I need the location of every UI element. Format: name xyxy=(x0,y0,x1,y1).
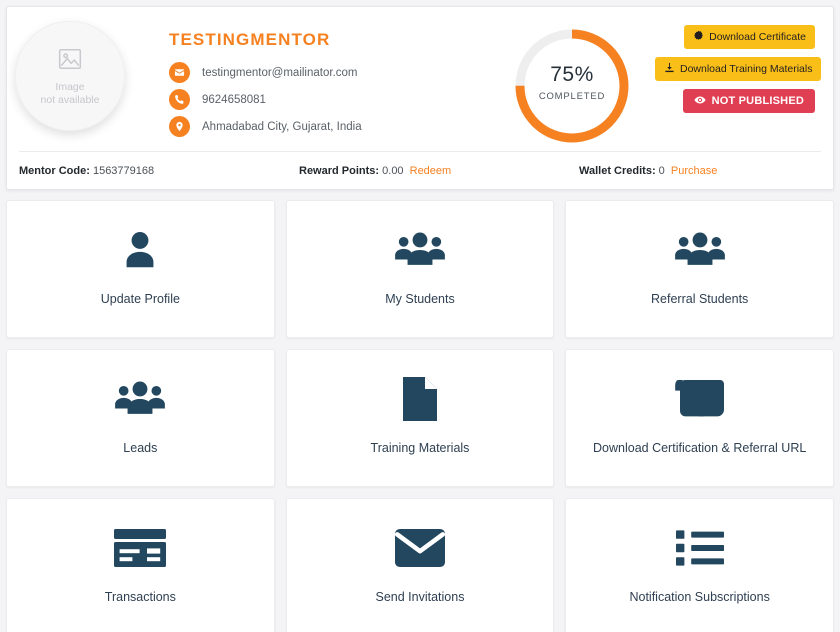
card-my-students[interactable]: My Students xyxy=(285,200,555,338)
list-ul-icon xyxy=(675,520,724,576)
contact-phone-text: 9624658081 xyxy=(202,93,266,106)
card-label: Update Profile xyxy=(100,292,180,306)
download-training-materials-label: Download Training Materials xyxy=(680,63,813,75)
contact-phone[interactable]: 9624658081 xyxy=(169,89,266,110)
envelope-icon xyxy=(169,62,190,83)
card-notification-subscriptions[interactable]: Notification Subscriptions xyxy=(565,498,834,632)
location-pin-icon xyxy=(169,116,190,137)
card-label: Notification Subscriptions xyxy=(629,590,770,604)
file-document-icon xyxy=(400,371,440,427)
stat-wallet-credits-key: Wallet Credits: xyxy=(579,165,656,177)
card-referral-students[interactable]: Referral Students xyxy=(565,200,834,338)
card-label: Transactions xyxy=(104,590,176,604)
certificate-badge-icon xyxy=(693,30,709,44)
download-training-materials-button[interactable]: Download Training Materials xyxy=(655,57,822,81)
profile-top: Image not available TESTINGMENTOR testin… xyxy=(7,7,833,151)
card-update-profile[interactable]: Update Profile xyxy=(6,200,275,338)
stat-reward-points: Reward Points: 0.00 Redeem xyxy=(299,165,579,177)
users-group-icon xyxy=(114,371,166,427)
card-transactions[interactable]: Transactions xyxy=(6,498,275,632)
stat-reward-points-key: Reward Points: xyxy=(299,165,380,177)
completion-donut: 75% COMPLETED xyxy=(511,25,633,147)
image-placeholder-icon xyxy=(57,46,83,81)
contact-location-text: Ahmadabad City, Gujarat, India xyxy=(202,120,362,133)
profile-panel: Image not available TESTINGMENTOR testin… xyxy=(6,6,834,190)
publish-status-label: NOT PUBLISHED xyxy=(711,95,804,107)
user-icon xyxy=(117,222,163,278)
avatar-placeholder-line2: not available xyxy=(40,93,100,106)
card-leads[interactable]: Leads xyxy=(6,349,275,487)
stat-mentor-code-key: Mentor Code: xyxy=(19,165,90,177)
download-certificate-button[interactable]: Download Certificate xyxy=(684,25,815,49)
card-download-certification-referral-url[interactable]: Download Certification & Referral URL xyxy=(565,349,834,487)
stats-bar: Mentor Code: 1563779168 Reward Points: 0… xyxy=(19,151,821,190)
redeem-link[interactable]: Redeem xyxy=(410,165,452,177)
download-icon xyxy=(664,62,680,76)
users-group-icon xyxy=(674,222,726,278)
stat-wallet-credits-value: 0 xyxy=(658,165,665,177)
contact-email-text: testingmentor@mailinator.com xyxy=(202,66,358,79)
publish-status-badge[interactable]: NOT PUBLISHED xyxy=(682,89,815,113)
download-certificate-label: Download Certificate xyxy=(709,31,806,43)
avatar-placeholder-line1: Image xyxy=(55,81,85,93)
stat-wallet-credits: Wallet Credits: 0 Purchase xyxy=(579,165,821,177)
scroll-icon xyxy=(674,371,726,427)
card-label: My Students xyxy=(385,292,455,306)
credit-card-icon xyxy=(113,520,167,576)
stat-mentor-code-value: 1563779168 xyxy=(92,165,155,177)
dashboard-card-grid: Update Profile My Students Referral Stud… xyxy=(6,200,834,632)
avatar: Image not available xyxy=(15,21,125,131)
contact-location[interactable]: Ahmadabad City, Gujarat, India xyxy=(169,116,362,137)
card-label: Training Materials xyxy=(370,441,470,455)
contact-email[interactable]: testingmentor@mailinator.com xyxy=(169,62,358,83)
completion-caption: COMPLETED xyxy=(538,91,606,102)
card-send-invitations[interactable]: Send Invitations xyxy=(285,498,555,632)
card-label: Referral Students xyxy=(651,292,749,306)
card-label: Download Certification & Referral URL xyxy=(593,441,807,455)
profile-actions: Download Certificate Download Training M… xyxy=(655,25,822,113)
mentor-name: TESTINGMENTOR xyxy=(169,30,331,49)
card-label: Send Invitations xyxy=(375,590,465,604)
dashboard-page: Image not available TESTINGMENTOR testin… xyxy=(0,0,840,632)
users-group-icon xyxy=(394,222,446,278)
stat-mentor-code: Mentor Code: 1563779168 xyxy=(19,165,299,177)
card-training-materials[interactable]: Training Materials xyxy=(285,349,555,487)
card-label: Leads xyxy=(123,441,158,455)
phone-icon xyxy=(169,89,190,110)
envelope-solid-icon xyxy=(394,520,446,576)
eye-icon xyxy=(694,94,712,109)
purchase-link[interactable]: Purchase xyxy=(671,165,717,177)
completion-percent: 75% xyxy=(550,63,594,86)
stat-reward-points-value: 0.00 xyxy=(382,165,404,177)
